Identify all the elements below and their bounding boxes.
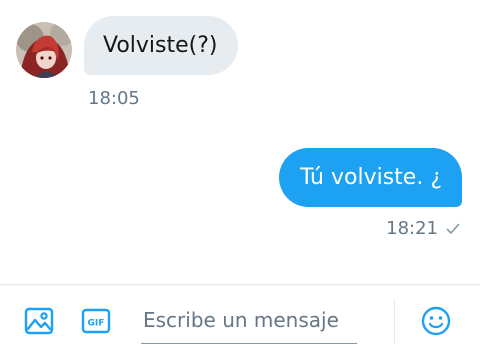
composer-divider — [394, 299, 395, 343]
sent-check-icon — [446, 223, 460, 234]
incoming-message-bubble[interactable]: Volviste(?) — [84, 16, 238, 75]
avatar[interactable] — [16, 22, 72, 78]
outgoing-message-time: 18:21 — [386, 218, 438, 239]
svg-text:GIF: GIF — [88, 319, 105, 329]
outgoing-message-bubble[interactable]: Tú volviste. ¿ — [278, 148, 462, 207]
gif-icon[interactable]: GIF — [81, 306, 111, 336]
outgoing-message-status: 18:21 — [386, 218, 460, 239]
image-icon[interactable] — [24, 306, 54, 336]
message-input[interactable] — [141, 301, 357, 344]
dm-conversation: Volviste(?) 18:05 Tú volviste. ¿ 18:21 G… — [0, 0, 480, 356]
emoji-icon[interactable] — [420, 305, 452, 337]
message-composer: GIF — [0, 284, 480, 356]
incoming-message-time: 18:05 — [88, 88, 140, 109]
